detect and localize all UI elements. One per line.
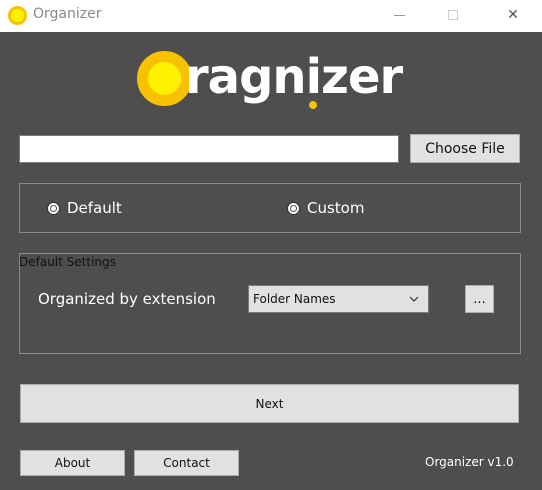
radio-dot-icon [290,204,297,212]
next-button[interactable]: Next [20,384,519,423]
file-path-input[interactable] [19,135,399,163]
logo-text: ragnizer [185,49,403,105]
dropdown-value: Folder Names [253,292,336,306]
chevron-down-icon [409,296,419,302]
contact-button[interactable]: Contact [134,450,239,476]
radio-default[interactable]: Default [47,199,122,217]
close-icon: ✕ [507,7,519,23]
window-title: Organizer [33,6,102,22]
radio-custom[interactable]: Custom [287,199,364,217]
folder-names-dropdown[interactable]: Folder Names [248,285,429,313]
more-options-button[interactable]: ... [465,285,494,313]
close-button[interactable]: ✕ [490,0,536,30]
radio-dot-icon [50,204,57,212]
maximize-button[interactable] [430,0,476,30]
sun-ring-icon [137,51,192,106]
group-legend: Default Settings [19,255,116,269]
organize-label: Organized by extension [38,290,216,308]
maximize-icon [448,10,458,20]
radio-custom-label[interactable]: Custom [307,199,364,217]
minimize-button[interactable] [376,0,422,30]
radio-default-label[interactable]: Default [67,199,122,217]
minimize-icon [393,14,405,16]
choose-file-button[interactable]: Choose File [410,134,520,163]
about-button[interactable]: About [20,450,125,476]
logo-dot-icon [309,101,317,109]
radio-button-icon[interactable] [287,201,300,215]
version-label: Organizer v1.0 [425,455,514,469]
radio-button-icon[interactable] [47,201,60,215]
sun-icon [8,6,27,25]
